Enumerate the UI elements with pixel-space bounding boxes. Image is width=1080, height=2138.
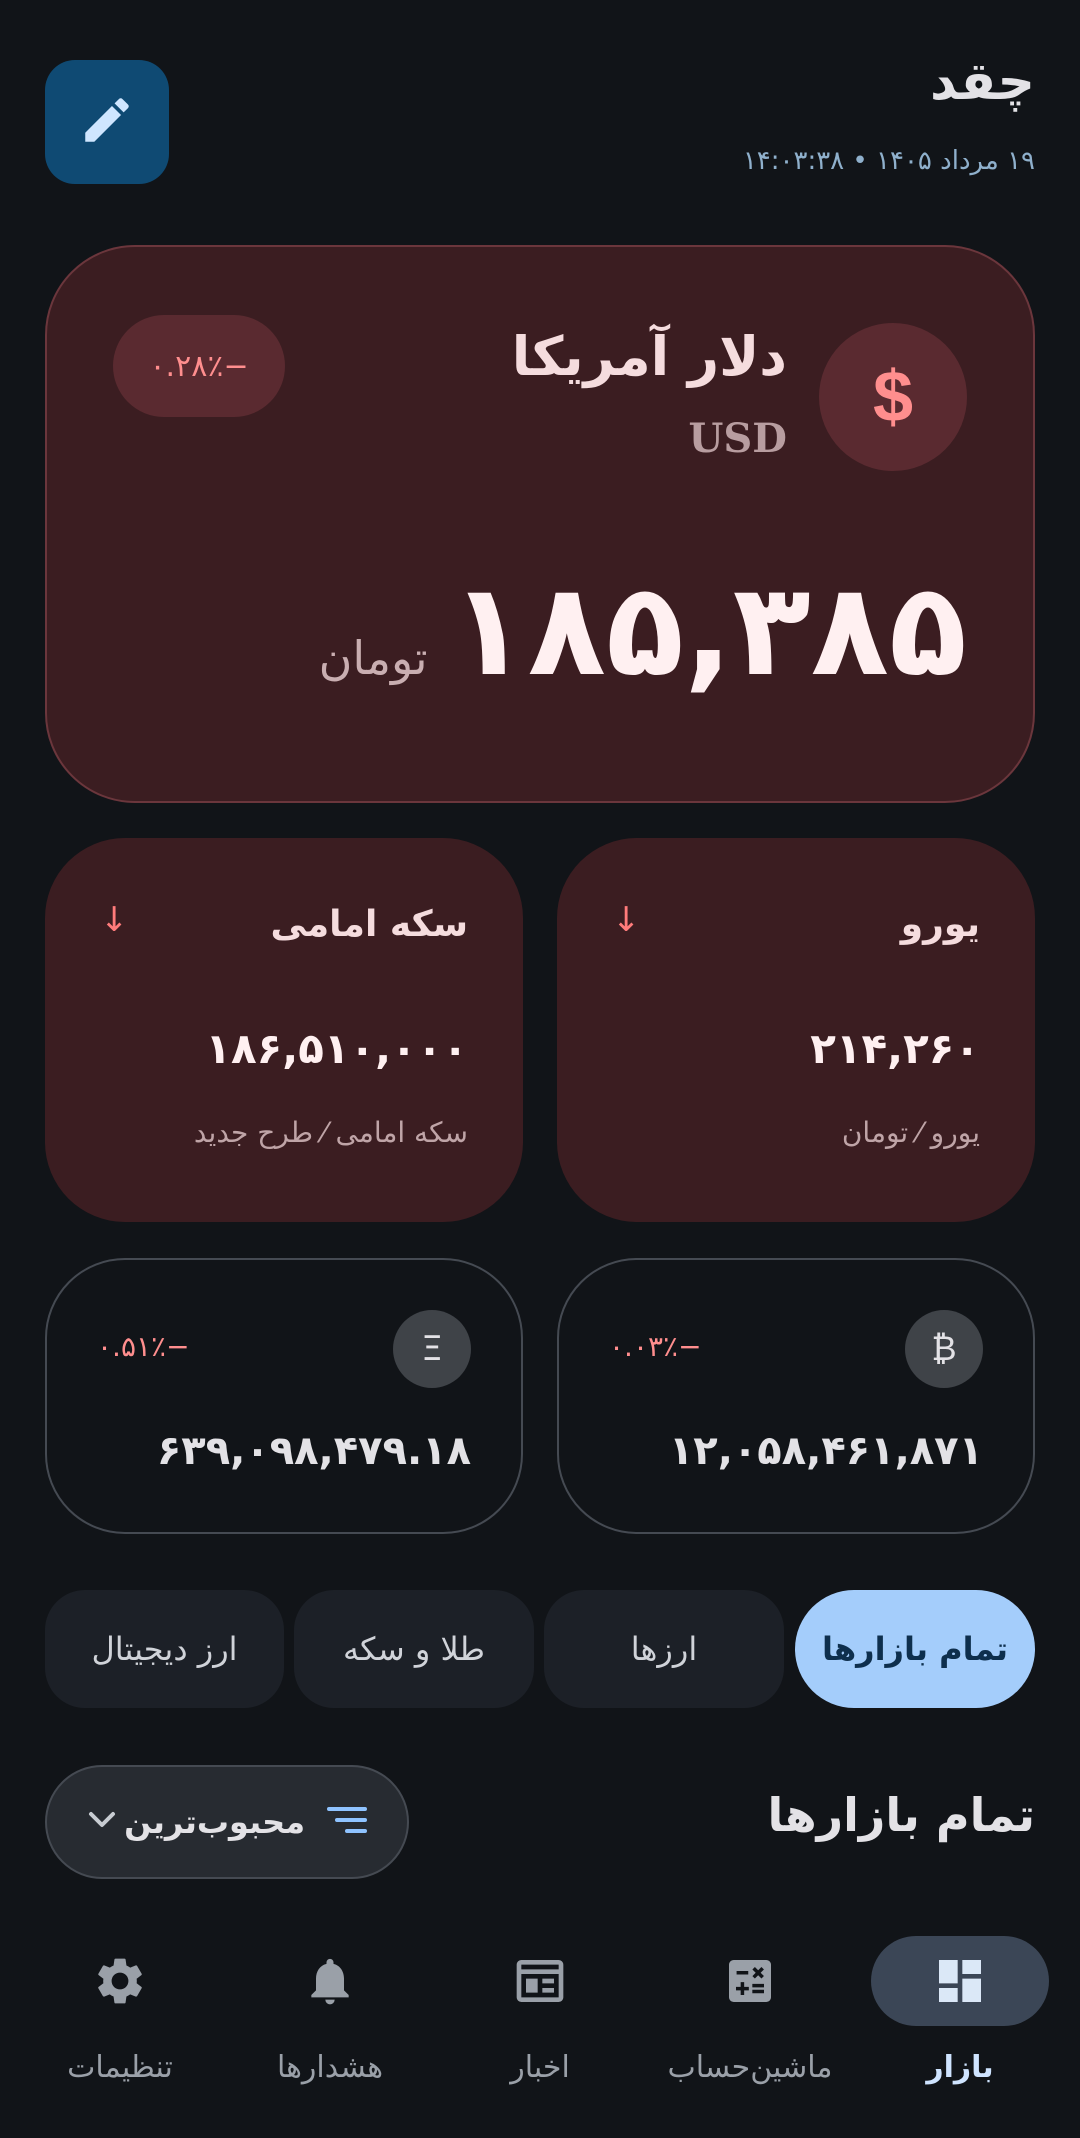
nav-label: هشدارها <box>276 2050 384 2085</box>
dashboard-icon <box>871 1936 1049 2026</box>
crypto-change: −۰.۰۳٪ <box>609 1330 702 1363</box>
change-badge: −۰.۲۸٪ <box>113 315 285 417</box>
nav-item-calculator[interactable]: ماشین‌حساب <box>650 1928 850 2118</box>
filter-list-icon <box>327 1805 367 1839</box>
edit-button[interactable] <box>45 60 169 184</box>
bottom-navigation: بازار ماشین‌حساب اخبار هشدارها تنظیمات <box>0 1910 1080 2138</box>
filter-chip-all-markets[interactable]: تمام بازارها <box>795 1590 1035 1708</box>
section-title: تمام بازارها <box>767 1788 1035 1842</box>
nav-item-settings[interactable]: تنظیمات <box>20 1928 220 2118</box>
rate-card-emami-coin[interactable]: سکه امامی ↓ ۱۸۶,۵۱۰,۰۰۰ سکه امامی ⁄ طرح … <box>45 838 523 1222</box>
crypto-change: −۰.۵۱٪ <box>97 1330 190 1363</box>
sort-label: محبوب‌ترین <box>124 1803 305 1841</box>
price-value: ۱۸۵,۳۸۵ <box>449 556 967 705</box>
nav-label: تنظیمات <box>67 2050 173 2085</box>
app-title: چقد <box>930 52 1035 112</box>
arrow-down-icon: ↓ <box>612 900 641 940</box>
newspaper-icon <box>451 1936 629 2026</box>
nav-item-news[interactable]: اخبار <box>440 1928 640 2118</box>
sort-button[interactable]: محبوب‌ترین <box>45 1765 409 1879</box>
rate-card-value: ۱۸۶,۵۱۰,۰۰۰ <box>205 1024 468 1073</box>
filter-chip-currencies[interactable]: ارزها <box>544 1590 784 1708</box>
bell-icon <box>241 1936 419 2026</box>
nav-label: ماشین‌حساب <box>667 2050 833 2085</box>
nav-label: بازار <box>926 2050 994 2085</box>
bitcoin-icon: ₿ <box>905 1310 983 1388</box>
crypto-card-bitcoin[interactable]: ₿ −۰.۰۳٪ ۱۲,۰۵۸,۴۶۱,۸۷۱ <box>557 1258 1035 1534</box>
rate-card-title: سکه امامی <box>270 904 468 945</box>
featured-currency-card[interactable]: $ دلار آمریکا USD −۰.۲۸٪ ۱۸۵,۳۸۵ تومان <box>45 245 1035 803</box>
gear-icon <box>31 1936 209 2026</box>
calculator-icon <box>661 1936 839 2026</box>
last-updated: ۱۹ مرداد ۱۴۰۵ • ۱۴:۰۳:۳۸ <box>742 146 1035 176</box>
rate-card-subtitle: یورو ⁄ تومان <box>841 1116 980 1149</box>
filter-chip-crypto[interactable]: ارز دیجیتال <box>45 1590 284 1708</box>
rate-card-subtitle: سکه امامی ⁄ طرح جدید <box>193 1116 468 1149</box>
crypto-card-ethereum[interactable]: Ξ −۰.۵۱٪ ۶۳۹,۰۹۸,۴۷۹.۱۸ <box>45 1258 523 1534</box>
crypto-value: ۱۲,۰۵۸,۴۶۱,۸۷۱ <box>668 1428 983 1474</box>
price-row: ۱۸۵,۳۸۵ تومان <box>319 567 967 695</box>
ethereum-icon: Ξ <box>393 1310 471 1388</box>
currency-name: دلار آمریکا <box>511 325 787 388</box>
filter-chip-gold-coins[interactable]: طلا و سکه <box>294 1590 534 1708</box>
rate-card-euro[interactable]: یورو ↓ ۲۱۴,۲۶۰ یورو ⁄ تومان <box>557 838 1035 1222</box>
pencil-icon <box>78 91 136 153</box>
nav-item-market[interactable]: بازار <box>860 1928 1060 2118</box>
currency-code: USD <box>688 415 787 462</box>
crypto-value: ۶۳۹,۰۹۸,۴۷۹.۱۸ <box>156 1428 471 1474</box>
nav-item-alerts[interactable]: هشدارها <box>230 1928 430 2118</box>
arrow-down-icon: ↓ <box>100 900 129 940</box>
rate-card-value: ۲۱۴,۲۶۰ <box>810 1024 980 1073</box>
change-value: −۰.۲۸٪ <box>149 348 249 384</box>
price-unit: تومان <box>318 631 428 685</box>
dollar-icon: $ <box>819 323 967 471</box>
nav-label: اخبار <box>510 2050 570 2085</box>
rate-card-title: یورو <box>900 904 980 945</box>
chevron-down-icon <box>87 1810 117 1834</box>
